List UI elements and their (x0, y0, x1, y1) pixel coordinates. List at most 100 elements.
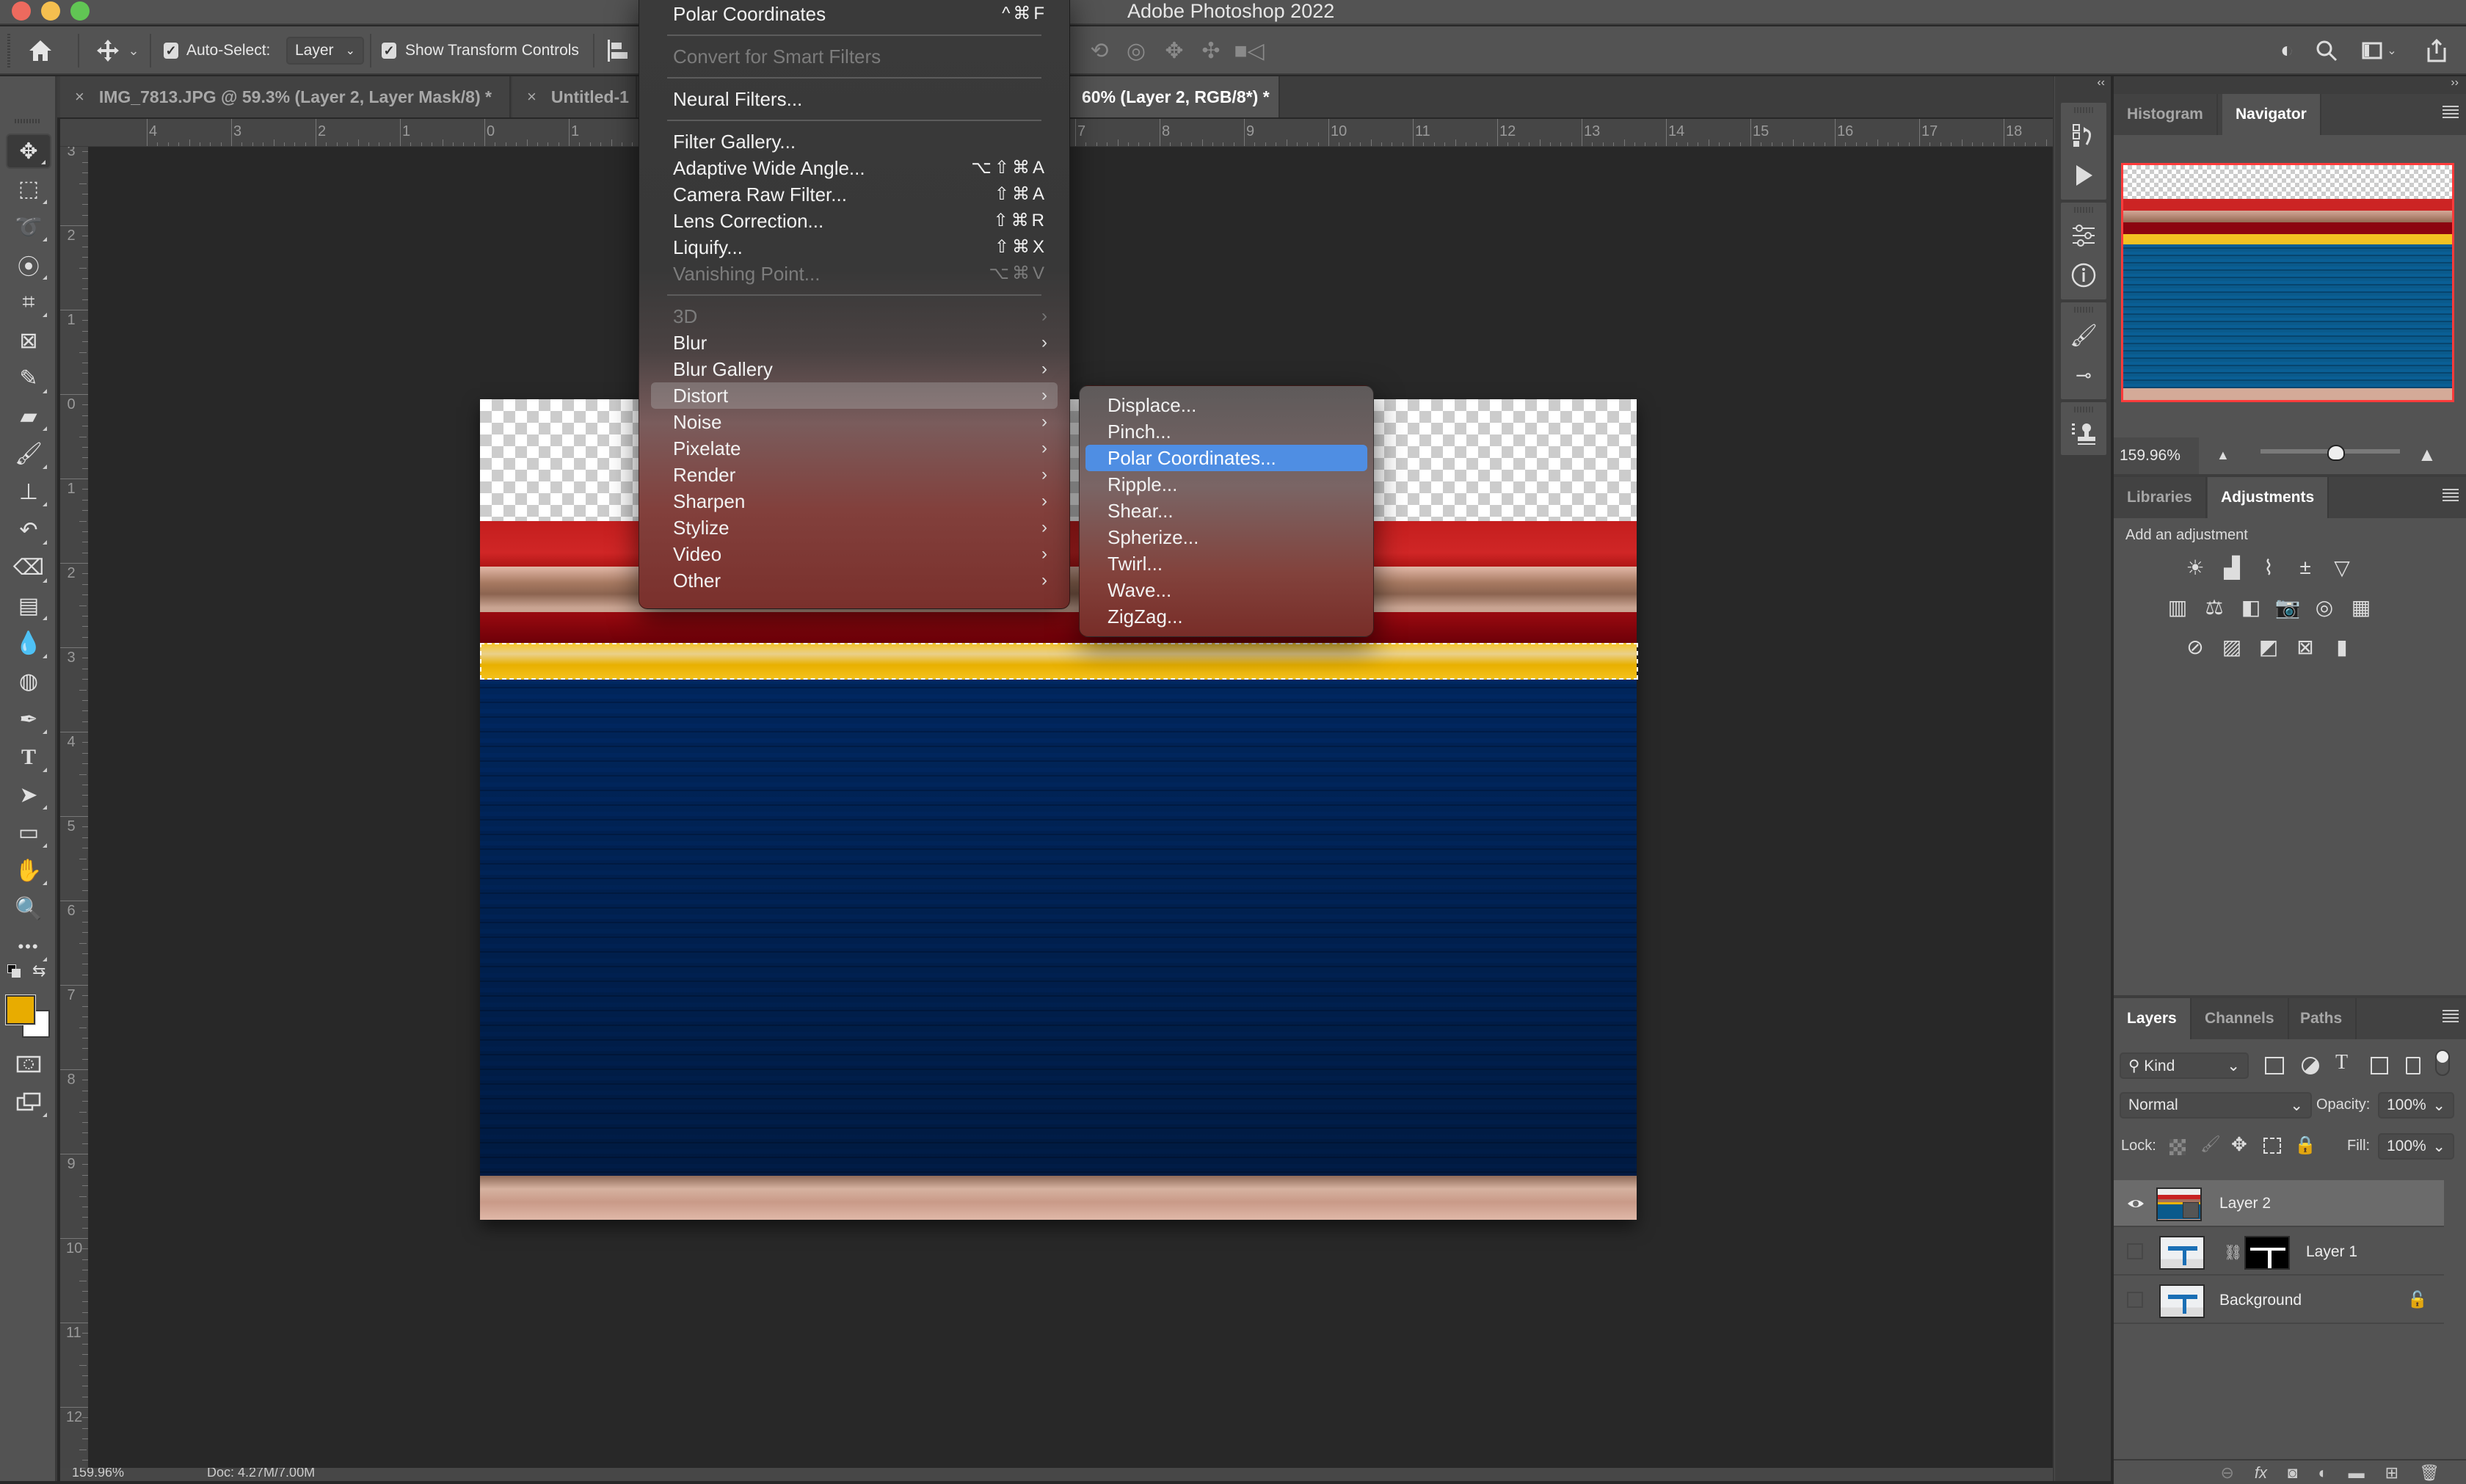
history-panel-button[interactable] (2068, 120, 2099, 151)
doc-tab-img7813[interactable]: × IMG_7813.JPG @ 59.3% (Layer 2, Layer M… (60, 76, 511, 117)
minimize-window-button[interactable] (41, 1, 60, 21)
photo-filter-icon[interactable]: 📷 (2275, 594, 2301, 619)
filter-menu-item-noise[interactable]: Noise › (651, 409, 1058, 435)
maximize-window-button[interactable] (70, 1, 90, 21)
filter-menu-item-filter-gallery[interactable]: Filter Gallery... (651, 128, 1058, 155)
foreground-color-swatch[interactable] (5, 994, 36, 1025)
zoom-slider-thumb[interactable] (2327, 445, 2345, 461)
chevron-down-icon[interactable]: ⌄ (2432, 1138, 2445, 1156)
frame-tool[interactable]: ⊠ (6, 323, 51, 358)
filter-menu-item-distort[interactable]: Distort › (651, 382, 1058, 409)
filter-menu-item-other[interactable]: Other › (651, 567, 1058, 594)
zoom-out-button[interactable]: ▲ (2216, 448, 2230, 463)
options-bar-grip[interactable] (7, 34, 10, 68)
color-balance-icon[interactable]: ⚖ (2202, 594, 2227, 619)
distort-item-shear[interactable]: Shear... (1085, 498, 1367, 524)
filter-menu-item-stylize[interactable]: Stylize › (651, 514, 1058, 541)
filter-menu-item-vanishing-point[interactable]: Vanishing Point... ⌥⌘V (651, 261, 1058, 287)
healing-brush-tool[interactable]: ▰ (6, 399, 51, 434)
auto-select-checkbox[interactable]: ✓ (160, 26, 182, 75)
panel-menu-icon[interactable] (2443, 106, 2459, 120)
layer-name[interactable]: Layer 1 (2306, 1229, 2357, 1276)
threshold-icon[interactable]: ◩ (2256, 634, 2281, 659)
rectangular-marquee-tool[interactable]: ⬚ (6, 172, 51, 207)
posterize-icon[interactable]: ▨ (2219, 634, 2244, 659)
fill-field[interactable]: 100% ⌄ (2378, 1133, 2454, 1160)
brush-tool[interactable]: 🖌 (6, 437, 51, 472)
panels-collapse-bar[interactable]: ›› (2114, 76, 2466, 94)
levels-icon[interactable]: ▟ (2219, 555, 2244, 580)
lasso-tool[interactable]: ➰ (6, 209, 51, 244)
scale-3d-button[interactable]: ■◁ (1233, 26, 1265, 75)
tool-preset-picker[interactable]: ⌄ (88, 26, 147, 75)
tab-channels[interactable]: Channels (2192, 998, 2289, 1039)
tab-layers[interactable]: Layers (2114, 998, 2192, 1039)
eye-visibility-icon[interactable] (2127, 1195, 2145, 1212)
curves-icon[interactable]: ⌇ (2256, 555, 2281, 580)
layer-row-layer-2[interactable]: Layer 2 (2114, 1180, 2444, 1227)
filter-menu-item-polar-coordinates[interactable]: Polar Coordinates ^⌘F (651, 1, 1058, 27)
edit-toolbar[interactable]: ••• (6, 929, 51, 964)
chevron-down-icon[interactable]: ⌄ (2432, 1096, 2445, 1115)
layer-row-layer-1[interactable]: ⛓ Layer 1 (2114, 1229, 2444, 1276)
selective-color-icon[interactable]: ⊠ (2293, 634, 2318, 659)
panel-menu-icon[interactable] (2443, 489, 2459, 503)
drag-3d-button[interactable]: ✥ (1160, 26, 1189, 75)
filter-menu-item-neural-filters[interactable]: Neural Filters... (651, 86, 1058, 112)
layer-2-thumbnail[interactable] (2156, 1187, 2202, 1221)
layer-filter-kind-dropdown[interactable]: ⚲ Kind ⌄ (2120, 1052, 2249, 1079)
quick-selection-tool[interactable]: ⦿ (6, 247, 51, 283)
lock-position-icon[interactable]: ✥ (2231, 1133, 2247, 1156)
distort-item-spherize[interactable]: Spherize... (1085, 524, 1367, 550)
opacity-field[interactable]: 100% ⌄ (2378, 1092, 2454, 1119)
eraser-tool[interactable]: ⌫ (6, 550, 51, 586)
hand-tool[interactable]: ✋ (6, 853, 51, 888)
layer-1-thumbnail[interactable] (2159, 1236, 2205, 1270)
filter-menu-item-blur-gallery[interactable]: Blur Gallery › (651, 356, 1058, 382)
screen-mode-button[interactable] (6, 1085, 51, 1120)
color-lookup-icon[interactable]: ▦ (2349, 594, 2374, 619)
rectangle-tool[interactable]: ▭ (6, 815, 51, 851)
tab-navigator[interactable]: Navigator (2222, 94, 2321, 135)
distort-item-pinch[interactable]: Pinch... (1085, 418, 1367, 445)
home-button[interactable] (22, 26, 59, 75)
filter-menu-item-video[interactable]: Video › (651, 541, 1058, 567)
close-window-button[interactable] (12, 1, 31, 21)
hue-saturation-icon[interactable]: ▥ (2165, 594, 2190, 619)
distort-item-twirl[interactable]: Twirl... (1085, 550, 1367, 577)
pen-tool[interactable]: ✒ (6, 702, 51, 737)
filter-menu-item-blur[interactable]: Blur › (651, 330, 1058, 356)
brush-settings-panel-button[interactable]: ⊸ (2068, 360, 2099, 390)
tab-libraries[interactable]: Libraries (2114, 477, 2207, 518)
close-tab-icon[interactable]: × (75, 87, 84, 106)
layer-1-mask-thumbnail[interactable] (2244, 1236, 2290, 1270)
canvas-area[interactable] (88, 147, 2053, 1468)
vibrance-icon[interactable]: ▽ (2329, 555, 2354, 580)
lock-artboard-icon[interactable] (2263, 1138, 2281, 1154)
filter-menu-item-adaptive-wide-angle[interactable]: Adaptive Wide Angle... ⌥⇧⌘A (651, 155, 1058, 181)
channel-mixer-icon[interactable]: ◎ (2312, 594, 2337, 619)
blur-tool[interactable]: 💧 (6, 626, 51, 661)
share-button[interactable] (2422, 26, 2451, 75)
tab-paths[interactable]: Paths (2287, 998, 2357, 1039)
background-thumbnail[interactable] (2159, 1284, 2205, 1318)
info-panel-button[interactable] (2068, 260, 2099, 291)
fill-value[interactable]: 100% (2387, 1138, 2426, 1155)
clone-stamp-tool[interactable]: ⊥ (6, 474, 51, 509)
close-tab-icon[interactable]: × (527, 87, 537, 106)
history-brush-tool[interactable]: ↶ (6, 512, 51, 548)
doc-tab-active[interactable]: 60% (Layer 2, RGB/8*) * (1042, 76, 1280, 117)
learn-button[interactable]: ◐ (2272, 26, 2302, 75)
orbit-3d-button[interactable]: ⟲ (1085, 26, 1114, 75)
swap-colors-button[interactable]: ⇆ (32, 961, 46, 981)
crop-tool[interactable]: ⌗ (6, 285, 51, 320)
brightness-contrast-icon[interactable]: ☀ (2183, 555, 2208, 580)
blend-mode-dropdown[interactable]: Normal ⌄ (2120, 1092, 2312, 1119)
lock-transparent-pixels-icon[interactable] (2169, 1139, 2186, 1155)
brushes-panel-button[interactable]: 🖌 (2068, 320, 2099, 351)
auto-select-dropdown[interactable]: Layer ⌄ (286, 37, 364, 65)
move-tool[interactable]: ✥ (6, 134, 51, 169)
black-white-icon[interactable]: ◧ (2238, 594, 2263, 619)
lock-all-icon[interactable]: 🔒 (2294, 1135, 2316, 1156)
filter-menu-item-pixelate[interactable]: Pixelate › (651, 435, 1058, 462)
